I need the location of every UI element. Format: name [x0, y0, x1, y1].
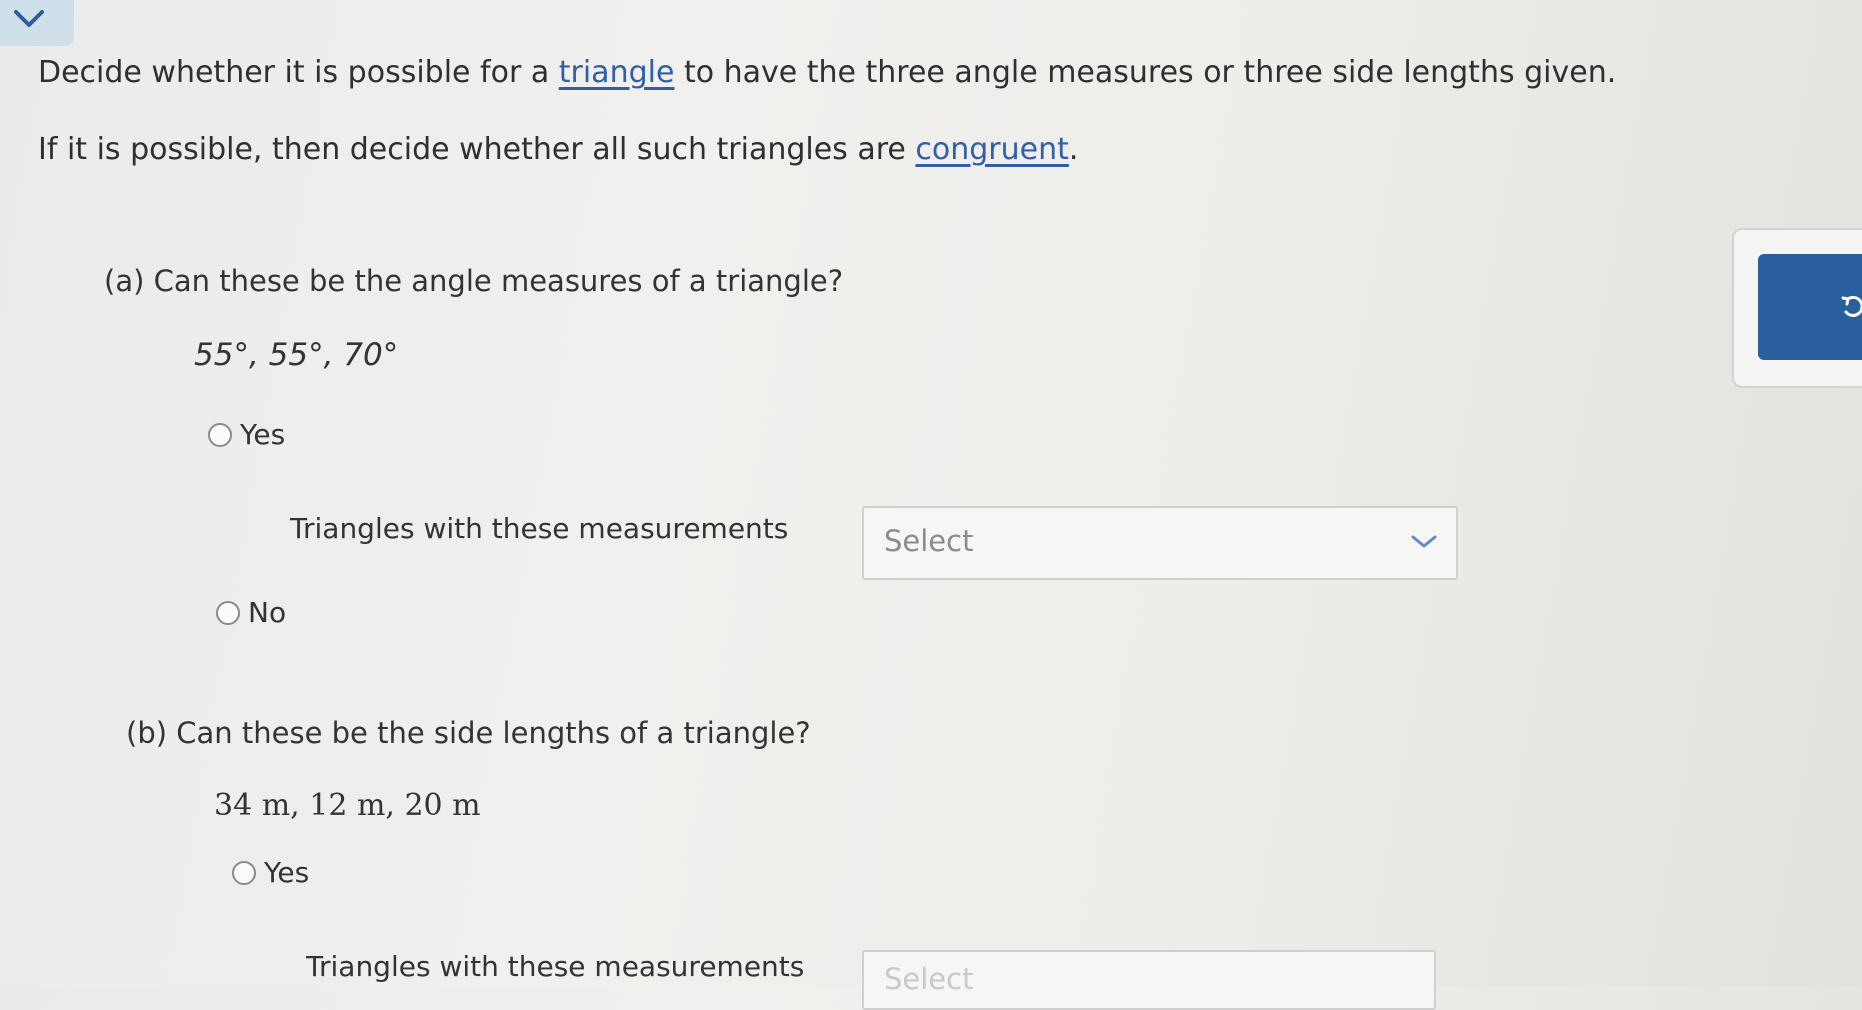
triangle-glossary-link[interactable]: triangle — [559, 55, 675, 90]
refresh-icon — [1841, 295, 1862, 317]
part-b-measurements-label: Triangles with these measurements — [306, 950, 805, 983]
chevron-down-icon — [1411, 535, 1437, 548]
part-b-yes-option[interactable]: Yes — [232, 856, 309, 889]
instructions-line-1: Decide whether it is possible for a tria… — [38, 55, 1616, 90]
part-b-congruence-select[interactable]: Select — [862, 950, 1436, 1010]
part-a-yes-radio[interactable] — [208, 422, 232, 447]
instructions-text: to have the three angle measures or thre… — [674, 55, 1617, 90]
instructions-text: Decide whether it is possible for a — [38, 55, 559, 90]
part-a-yes-label: Yes — [240, 418, 286, 451]
part-a-no-radio[interactable] — [216, 600, 240, 625]
instructions-text: If it is possible, then decide whether a… — [38, 132, 916, 167]
part-a-congruence-select[interactable]: Select — [862, 506, 1458, 580]
part-b-select-value: Select — [884, 962, 974, 996]
part-a-measurements-label: Triangles with these measurements — [290, 512, 789, 545]
part-b-side-values: 34 m, 12 m, 20 m — [214, 788, 481, 823]
part-b-yes-radio[interactable] — [232, 860, 256, 885]
congruent-glossary-link[interactable]: congruent — [915, 132, 1069, 167]
part-a-select-value: Select — [884, 524, 974, 558]
part-b-question: (b) Can these be the side lengths of a t… — [126, 716, 811, 750]
refresh-button[interactable] — [1758, 254, 1862, 360]
instructions-text: . — [1068, 132, 1079, 167]
instructions-line-2: If it is possible, then decide whether a… — [38, 132, 1078, 167]
part-a-no-option[interactable]: No — [216, 596, 286, 629]
chevron-down-icon — [14, 10, 44, 27]
part-a-yes-option[interactable]: Yes — [208, 418, 285, 451]
part-a-angle-values: 55°, 55°, 70° — [194, 337, 399, 373]
part-b-yes-label: Yes — [264, 856, 310, 889]
part-a-question: (a) Can these be the angle measures of a… — [104, 264, 844, 298]
part-a-no-label: No — [248, 596, 287, 629]
collapse-toggle[interactable] — [0, 0, 74, 46]
